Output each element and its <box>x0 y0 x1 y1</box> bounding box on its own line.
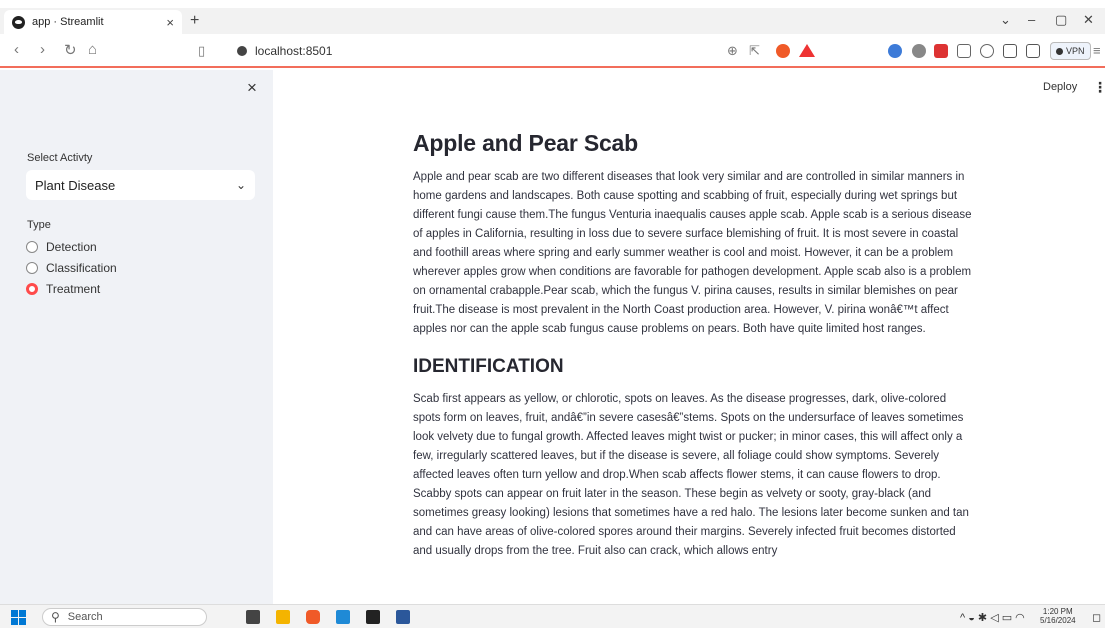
bookmark-icon[interactable]: ▯ <box>198 43 205 59</box>
sidebar-toggle-icon[interactable] <box>1003 44 1017 58</box>
forward-icon[interactable]: › <box>40 41 45 58</box>
task-view-icon[interactable] <box>246 610 260 624</box>
sidebar-close-icon[interactable]: × <box>247 78 257 98</box>
url-text: localhost:8501 <box>255 44 333 58</box>
window-close-icon[interactable]: ✕ <box>1083 12 1094 28</box>
file-explorer-icon[interactable] <box>276 610 290 624</box>
activity-select[interactable]: Plant Disease ⌄ <box>26 170 255 200</box>
os-taskbar: ⚲ Search ^ ◒ ✱ ◁ ▭ ◠ 1:20 PM 5/16/2024 ◻ <box>0 604 1105 628</box>
browser-tab-bar: app · Streamlit × + ⌄ – ▢ ✕ <box>0 8 1105 34</box>
terminal-icon[interactable] <box>366 610 380 624</box>
wallet-icon[interactable] <box>1026 44 1040 58</box>
taskbar-search[interactable]: ⚲ Search <box>42 608 207 626</box>
maximize-icon[interactable]: ▢ <box>1055 12 1067 28</box>
extension-spiral-icon[interactable] <box>980 44 994 58</box>
chevron-down-icon: ⌄ <box>235 178 246 192</box>
home-icon[interactable]: ⌂ <box>88 41 97 58</box>
identification-paragraph: Scab first appears as yellow, or chlorot… <box>413 393 969 557</box>
notification-icon[interactable]: ◻ <box>1092 611 1101 624</box>
zoom-icon[interactable]: ⊕ <box>727 43 738 59</box>
select-activity-label: Select Activty <box>27 152 93 164</box>
clock-time: 1:20 PM <box>1042 607 1073 616</box>
radio-treatment[interactable]: Treatment <box>26 282 100 296</box>
brave-shields-icon[interactable] <box>776 44 790 58</box>
extensions-puzzle-icon[interactable] <box>957 44 971 58</box>
back-icon[interactable]: ‹ <box>14 41 19 58</box>
tab-search-chevron-icon[interactable]: ⌄ <box>1000 12 1011 28</box>
taskbar-clock[interactable]: 1:20 PM 5/16/2024 <box>1040 607 1076 625</box>
extension-tp-icon[interactable] <box>934 44 948 58</box>
browser-menu-icon[interactable]: ≡ <box>1093 43 1101 58</box>
windows-start-icon[interactable] <box>11 610 26 625</box>
minimize-icon[interactable]: – <box>1028 12 1035 27</box>
section-heading: IDENTIFICATION <box>413 356 564 377</box>
radio-label: Classification <box>46 261 117 275</box>
app-menu-icon[interactable]: ⋮ <box>1093 79 1105 96</box>
system-tray-icons[interactable]: ^ ◒ ✱ ◁ ▭ ◠ <box>960 611 1025 624</box>
activity-select-value: Plant Disease <box>35 177 116 193</box>
intro-paragraph: Apple and pear scab are two different di… <box>413 171 972 335</box>
main-content-area: Deploy ⋮ Apple and Pear Scab Apple and p… <box>273 70 1105 604</box>
clock-date: 5/16/2024 <box>1040 616 1076 625</box>
new-tab-button[interactable]: + <box>190 12 199 30</box>
extension-lens-icon[interactable] <box>888 44 902 58</box>
vpn-button[interactable]: VPN <box>1050 42 1091 60</box>
brave-rewards-icon[interactable] <box>799 44 815 57</box>
article: Apple and Pear Scab Apple and pear scab … <box>413 130 973 561</box>
radio-label: Treatment <box>46 282 101 296</box>
type-label: Type <box>27 219 51 231</box>
radio-circle-icon <box>26 262 38 274</box>
taskbar-search-placeholder: Search <box>67 611 103 623</box>
tab-title: app · Streamlit <box>32 16 104 28</box>
radio-classification[interactable]: Classification <box>26 261 117 275</box>
extension-bug-icon[interactable] <box>912 44 926 58</box>
vscode-icon[interactable] <box>336 610 350 624</box>
share-icon[interactable]: ⇱ <box>749 43 760 59</box>
brave-browser-icon[interactable] <box>306 610 320 624</box>
sidebar: × Select Activty Plant Disease ⌄ Type De… <box>0 70 273 604</box>
word-icon[interactable] <box>396 610 410 624</box>
page-title: Apple and Pear Scab <box>413 130 638 156</box>
radio-detection[interactable]: Detection <box>26 240 97 254</box>
streamlit-favicon-icon <box>12 15 25 29</box>
browser-tab[interactable]: app · Streamlit × <box>4 10 182 34</box>
reload-icon[interactable]: ↻ <box>64 41 77 59</box>
vpn-label: VPN <box>1066 46 1085 56</box>
search-icon: ⚲ <box>51 610 60 624</box>
vpn-status-icon <box>1056 47 1063 55</box>
browser-toolbar: ‹ › ↻ ⌂ ▯ localhost:8501 ⊕ ⇱ VPN ≡ <box>0 34 1105 68</box>
radio-circle-icon <box>26 241 38 253</box>
deploy-button[interactable]: Deploy <box>1043 81 1077 93</box>
tab-close-icon[interactable]: × <box>166 15 174 30</box>
site-info-icon[interactable] <box>237 46 247 56</box>
radio-selected-icon <box>26 283 38 295</box>
radio-label: Detection <box>46 240 97 254</box>
